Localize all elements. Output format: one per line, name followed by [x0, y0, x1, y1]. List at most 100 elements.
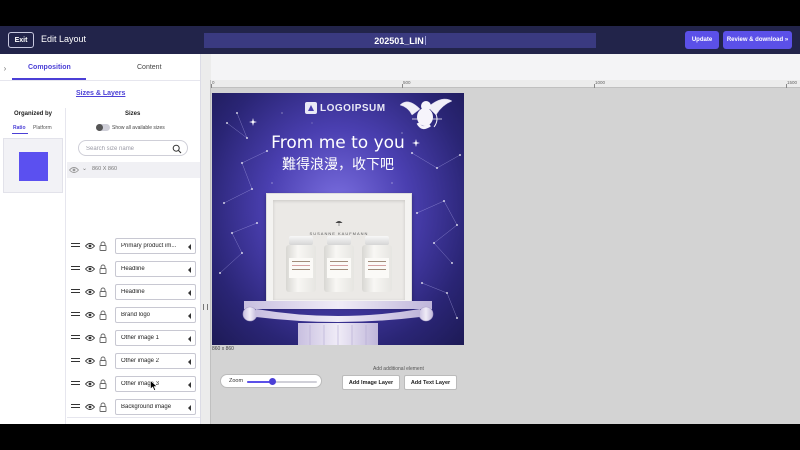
filename-input[interactable]: 202501_LIN	[204, 33, 596, 48]
canvas-area[interactable]: 0 500 1000 1500 LOGOIPSUM From me to you…	[201, 54, 800, 424]
exit-button[interactable]: Exit	[8, 32, 34, 48]
artboard-size-caption: 860 x 860	[212, 346, 234, 352]
chevron-down-icon[interactable]: ⌄	[82, 165, 87, 172]
review-download-button[interactable]: Review & download »	[723, 31, 792, 49]
eye-icon[interactable]	[85, 288, 95, 296]
add-text-layer-button[interactable]: Add Text Layer	[404, 375, 457, 390]
drag-handle-icon[interactable]	[71, 335, 80, 341]
size-group-header[interactable]: ⌄ 860 X 860	[67, 162, 200, 178]
zoom-slider[interactable]	[247, 378, 317, 385]
text-caret	[424, 36, 426, 45]
layer-select[interactable]: Headline	[115, 284, 196, 300]
caret-left-icon	[188, 313, 191, 319]
ruler-tick	[786, 84, 787, 88]
size-search-input[interactable]	[86, 144, 166, 153]
product-jar	[362, 236, 392, 292]
lock-icon[interactable]	[99, 402, 107, 412]
drag-handle-icon[interactable]	[71, 358, 80, 364]
layer-name: Primary product im...	[121, 243, 177, 249]
zoom-label: Zoom	[229, 378, 244, 384]
canvas-header-strip	[211, 54, 800, 80]
add-image-layer-button[interactable]: Add Image Layer	[342, 375, 400, 390]
lock-icon[interactable]	[99, 379, 107, 389]
lock-icon[interactable]	[99, 241, 107, 251]
zoom-slider-fill	[247, 381, 272, 383]
primary-product-image[interactable]: SUSANNE KAUFMANN	[266, 193, 412, 306]
drag-handle-icon[interactable]	[71, 381, 80, 387]
eye-icon[interactable]	[85, 242, 95, 250]
ruler-tick-label: 0	[212, 80, 215, 85]
drag-handle-icon[interactable]	[71, 266, 80, 272]
lock-icon[interactable]	[99, 287, 107, 297]
app-window: Exit Edit Layout 202501_LIN Update Revie…	[0, 26, 800, 424]
drag-handle-icon[interactable]	[71, 289, 80, 295]
jar-body	[362, 245, 392, 292]
zoom-slider-thumb[interactable]	[268, 378, 276, 385]
jar-label	[327, 258, 351, 278]
layer-select[interactable]: Primary product im...	[115, 238, 196, 254]
lock-icon[interactable]	[99, 333, 107, 343]
tab-content[interactable]: Content	[137, 64, 162, 71]
eye-icon[interactable]	[85, 311, 95, 319]
layer-row: Headline	[67, 282, 200, 302]
add-element-label: Add additional element	[373, 366, 424, 372]
sizes-label: Sizes	[125, 111, 141, 117]
layer-row: Primary product im...	[67, 236, 200, 256]
tab-composition[interactable]: Composition	[28, 64, 71, 71]
organized-by-label: Organized by	[14, 111, 53, 117]
jar-lid	[365, 236, 389, 245]
caret-left-icon	[188, 359, 191, 365]
jar-lid	[327, 236, 351, 245]
eye-icon[interactable]	[85, 380, 95, 388]
layer-select[interactable]: Other image 2	[115, 353, 196, 369]
sizes-layers-link[interactable]: Sizes & Layers	[76, 90, 125, 97]
layer-row: Other image 1	[67, 328, 200, 348]
layer-select[interactable]: Other image 1	[115, 330, 196, 346]
eye-icon[interactable]	[85, 265, 95, 273]
show-all-sizes-toggle[interactable]	[96, 124, 110, 131]
layer-name: Brand logo	[121, 312, 151, 318]
jar-label	[365, 258, 389, 278]
eye-icon[interactable]	[85, 357, 95, 365]
eye-icon[interactable]	[85, 334, 95, 342]
lock-icon[interactable]	[99, 356, 107, 366]
mouse-cursor-icon	[150, 380, 158, 391]
search-icon[interactable]	[172, 144, 182, 154]
layer-row: Headline	[67, 259, 200, 279]
tab-platform[interactable]: Platform	[33, 125, 52, 131]
eye-icon[interactable]	[69, 166, 79, 174]
resize-handle-icon[interactable]	[203, 304, 208, 310]
drag-handle-icon[interactable]	[71, 243, 80, 249]
lock-icon[interactable]	[99, 264, 107, 274]
caret-left-icon	[188, 405, 191, 411]
ratio-card-square[interactable]	[3, 138, 63, 193]
tab-ratio[interactable]: Ratio	[13, 125, 26, 131]
layer-select[interactable]: Background image	[115, 399, 196, 415]
jar-label	[289, 258, 313, 278]
pedestal-image[interactable]	[240, 301, 436, 345]
headline-chinese[interactable]: 難得浪漫，收下吧	[212, 154, 464, 174]
tabs-divider	[0, 80, 200, 81]
layer-row: Other image 3	[67, 374, 200, 394]
ruler-tick	[211, 84, 212, 88]
organized-by-column: Organized by Ratio Platform	[0, 108, 66, 424]
lock-icon[interactable]	[99, 310, 107, 320]
drag-handle-icon[interactable]	[71, 404, 80, 410]
caret-left-icon	[188, 244, 191, 250]
show-all-sizes-label: Show all available sizes	[112, 125, 165, 131]
jar-lid	[289, 236, 313, 245]
layer-name: Other image 1	[121, 335, 160, 341]
layer-select[interactable]: Headline	[115, 261, 196, 277]
layer-select[interactable]: Brand logo	[115, 307, 196, 323]
headline-english[interactable]: From me to you	[212, 133, 464, 153]
caret-left-icon	[188, 267, 191, 273]
drag-handle-icon[interactable]	[71, 312, 80, 318]
artboard[interactable]: LOGOIPSUM From me to you 難得浪漫，收下吧 SUSANN…	[212, 93, 464, 345]
ruler-corner	[201, 54, 211, 80]
ruler-vertical	[201, 80, 211, 424]
brand-logo: LOGOIPSUM	[304, 100, 386, 116]
chevron-right-icon[interactable]: ›	[0, 60, 10, 76]
eye-icon[interactable]	[85, 403, 95, 411]
layer-name: Background image	[121, 404, 172, 410]
update-button[interactable]: Update	[685, 31, 719, 49]
